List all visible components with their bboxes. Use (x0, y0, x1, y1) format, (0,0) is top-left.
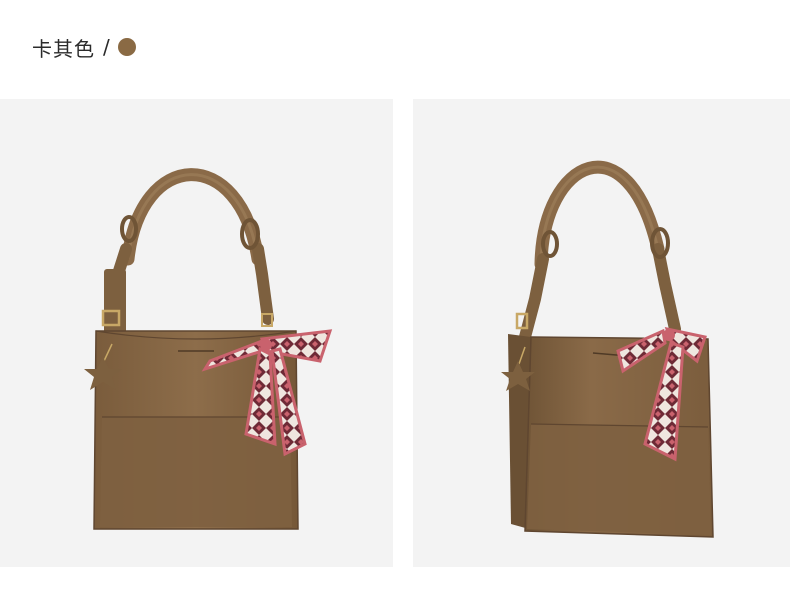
separator: / (103, 35, 110, 59)
bag-handle (534, 160, 665, 271)
bag-angled-illustration (501, 160, 714, 538)
color-name-label: 卡其色 (32, 36, 95, 61)
color-swatch (117, 38, 136, 56)
product-photo-front (0, 99, 393, 567)
front-pocket (527, 424, 711, 535)
color-header: 卡其色 / (32, 30, 136, 64)
product-photo-angled (413, 99, 790, 567)
bag-front-illustration (84, 168, 333, 530)
bag-handle (121, 168, 265, 266)
